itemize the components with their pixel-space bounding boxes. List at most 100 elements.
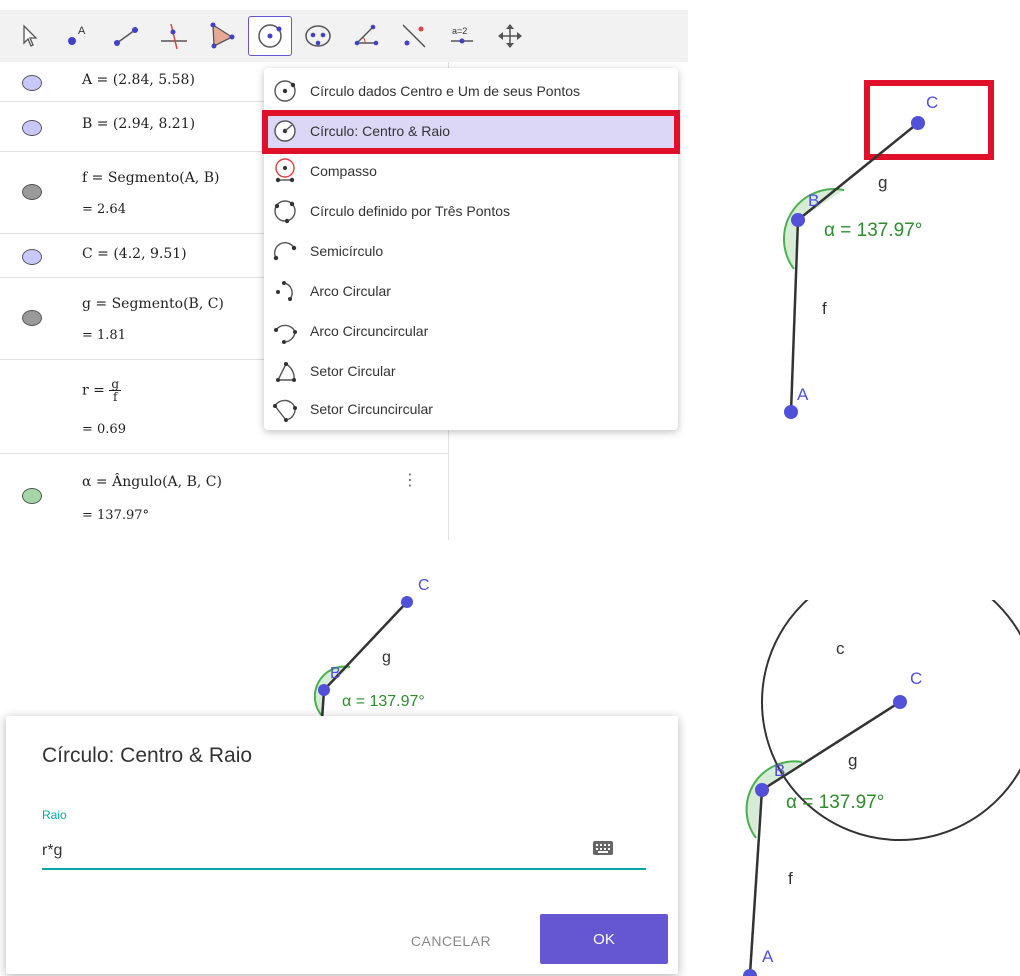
menu-item-circle-three-points[interactable]: Círculo definido por Três Pontos [264,192,678,230]
circle-tool[interactable] [248,16,292,56]
graphics-view-2[interactable]: B C g α = 137.97° [300,570,500,720]
angle-label: α = 137.97° [786,792,884,813]
label-f: f [788,869,793,888]
visibility-toggle[interactable] [22,249,42,265]
visibility-toggle[interactable] [22,120,42,136]
menu-item-label: Arco Circuncircular [310,323,429,339]
algebra-expression: r = g f [82,378,122,404]
label-c: C [910,669,922,688]
radius-field-label: Raio [42,808,67,822]
angle-icon [354,24,379,46]
more-options-icon[interactable]: ⋮ [402,470,418,490]
visibility-toggle[interactable] [22,184,42,200]
menu-item-label: Arco Circular [310,283,391,299]
point-c[interactable] [911,116,925,130]
expression-lhs: r = [82,382,105,399]
visibility-toggle[interactable] [22,310,42,326]
label-a: A [762,947,774,966]
menu-item-semicircle[interactable]: Semicírculo [264,232,678,270]
label-g: g [382,649,391,666]
toolbar: A a=2 [0,10,688,62]
label-circle-c: c [836,639,845,658]
menu-item-label: Semicírculo [310,243,384,259]
circumcircular-sector-icon [273,399,297,422]
cursor-icon [23,24,38,47]
algebra-expression: C = (4.2, 9.51) [82,246,187,262]
cancel-button[interactable]: CANCELAR [386,918,516,964]
graphics-view-3[interactable]: A B C c g f α = 137.97° [700,600,1020,976]
menu-item-circular-sector[interactable]: Setor Circular [264,352,678,390]
compass-icon [275,158,295,183]
point-icon: A [68,25,86,45]
algebra-expression: f = Segmento(A, B) [82,170,220,186]
algebra-expression: B = (2.94, 8.21) [82,116,196,132]
menu-item-label: Círculo dados Centro e Um de seus Pontos [310,83,581,99]
label-a: A [797,385,809,404]
label-f: f [822,299,827,318]
visibility-toggle[interactable] [22,488,42,504]
menu-item-circumcircular-arc[interactable]: Arco Circuncircular [264,312,678,350]
radius-input[interactable] [42,834,646,870]
algebra-value: = 137.97° [82,508,150,523]
label-c: C [418,577,430,594]
menu-item-label: Círculo definido por Três Pontos [310,203,510,219]
point-b[interactable] [791,213,805,227]
polygon-icon [210,22,235,49]
move-view-tool[interactable] [488,16,532,56]
menu-item-label: Compasso [310,163,377,179]
reflect-icon [402,24,426,48]
slider-label: a=2 [452,26,467,36]
point-b[interactable] [318,684,330,696]
menu-highlight-box [262,110,680,154]
algebra-row-alpha[interactable]: α = Ângulo(A, B, C) = 137.97° ⋮ [0,454,448,540]
point-a[interactable] [743,969,757,976]
label-b: B [774,761,785,780]
point-c[interactable] [893,695,907,709]
menu-item-label: Setor Circular [310,363,396,379]
menu-item-label: Setor Circuncircular [310,401,433,417]
label-g: g [878,173,887,192]
perpendicular-tool[interactable] [152,16,196,56]
menu-item-circumcircular-sector[interactable]: Setor Circuncircular [264,390,678,428]
polygon-tool[interactable] [200,16,244,56]
label-b: B [330,665,341,682]
visibility-toggle[interactable] [22,75,42,91]
fraction: g f [109,378,122,404]
algebra-expression: α = Ângulo(A, B, C) [82,474,222,490]
slider-tool[interactable]: a=2 [440,16,484,56]
move-tool[interactable] [8,16,52,56]
point-c[interactable] [401,596,413,608]
fraction-denominator: f [112,390,118,404]
angle-tool[interactable] [344,16,388,56]
algebra-value: = 0.69 [82,422,126,437]
reflect-tool[interactable] [392,16,436,56]
perpendicular-icon [161,23,187,50]
circle-center-point-icon [258,24,282,48]
segment-tool[interactable] [104,16,148,56]
label-b: B [808,191,819,210]
conic-tool[interactable] [296,16,340,56]
slider-icon: a=2 [451,26,473,44]
ok-button[interactable]: OK [540,914,668,964]
point-tool[interactable]: A [56,16,100,56]
semicircle-icon [273,242,297,261]
algebra-expression: g = Segmento(B, C) [82,296,224,312]
menu-item-compass[interactable]: Compasso [264,152,678,190]
menu-item-circle-center-point[interactable]: Círculo dados Centro e Um de seus Pontos [264,72,678,110]
point-b[interactable] [755,783,769,797]
label-c: C [926,93,938,112]
circle-three-points-icon [274,200,296,224]
algebra-value: = 2.64 [82,202,126,217]
line-icon [114,27,138,46]
circle-center-point-icon [274,80,296,102]
point-a[interactable] [784,405,798,419]
svg-text:A: A [78,25,86,37]
algebra-value: = 1.81 [82,328,126,343]
angle-label: α = 137.97° [342,693,425,710]
menu-item-circular-arc[interactable]: Arco Circular [264,272,678,310]
circle-radius-dialog: Círculo: Centro & Raio Raio CANCELAR OK [6,716,678,974]
graphics-view-1[interactable]: A B C g f α = 137.97° [760,60,1020,440]
label-g: g [848,751,857,770]
sector-icon [276,362,296,382]
keyboard-icon[interactable] [592,840,614,856]
